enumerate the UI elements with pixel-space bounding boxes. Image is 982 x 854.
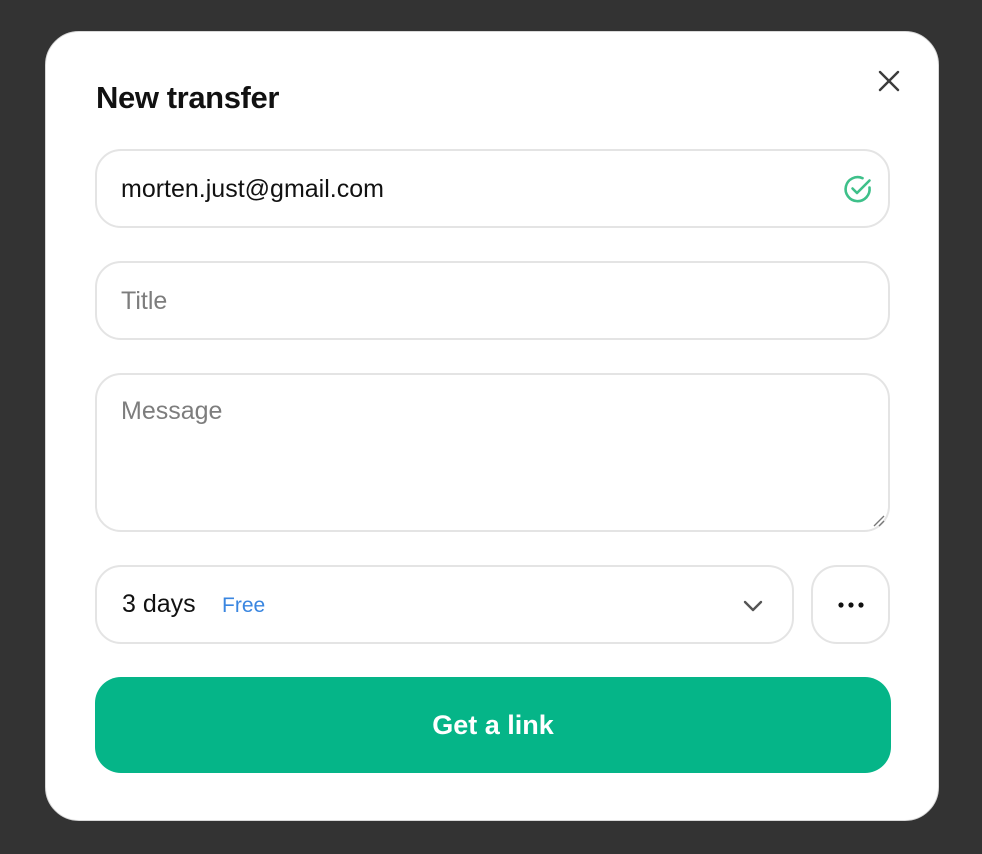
title-field-container: [95, 261, 890, 340]
expiry-select[interactable]: 3 days Free: [95, 565, 794, 644]
pricing-badge: Free: [222, 594, 266, 617]
more-options-button[interactable]: [811, 565, 890, 644]
chevron-down-icon: [743, 600, 763, 612]
modal-title: New transfer: [96, 80, 279, 115]
email-field-container: [95, 149, 890, 228]
message-textarea[interactable]: [121, 395, 861, 515]
ellipsis-icon: [837, 601, 864, 608]
new-transfer-modal: New transfer 3 days Free: [45, 31, 939, 821]
close-button[interactable]: [877, 69, 901, 93]
title-input[interactable]: [121, 285, 861, 317]
resize-handle-icon[interactable]: [871, 513, 885, 527]
close-icon: [878, 70, 900, 92]
email-input[interactable]: [121, 173, 821, 205]
get-link-button[interactable]: Get a link: [95, 677, 891, 773]
check-circle-icon: [844, 175, 871, 203]
message-field-container: [95, 373, 890, 532]
expiry-value: 3 days: [122, 590, 196, 618]
